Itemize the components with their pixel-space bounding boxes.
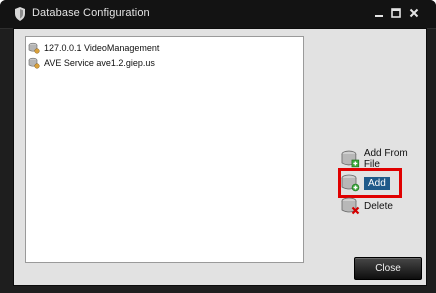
database-list[interactable]: 127.0.0.1 VideoManagement AVE Service av… bbox=[25, 36, 304, 263]
list-item[interactable]: 127.0.0.1 VideoManagement bbox=[28, 40, 298, 55]
window-title: Database Configuration bbox=[32, 7, 150, 19]
maximize-icon[interactable] bbox=[388, 5, 404, 21]
database-icon bbox=[28, 57, 40, 69]
delete-label: Delete bbox=[364, 200, 393, 212]
app-shield-icon bbox=[15, 7, 25, 21]
database-configuration-window: Database Configuration 127.0.0.1 VideoMa… bbox=[0, 0, 436, 293]
close-window-icon[interactable] bbox=[406, 5, 422, 21]
add-from-file-label: Add From File bbox=[363, 148, 408, 170]
close-button[interactable]: Close bbox=[354, 257, 422, 280]
database-add-file-icon bbox=[341, 150, 360, 168]
delete-button[interactable]: Delete bbox=[340, 196, 393, 216]
database-name: 127.0.0.1 VideoManagement bbox=[44, 42, 160, 53]
list-item[interactable]: AVE Service ave1.2.giep.us bbox=[28, 55, 298, 70]
minimize-icon[interactable] bbox=[371, 5, 387, 21]
dialog-content: 127.0.0.1 VideoManagement AVE Service av… bbox=[13, 28, 427, 286]
title-bar[interactable]: Database Configuration bbox=[0, 0, 436, 29]
database-icon bbox=[28, 42, 40, 54]
add-from-file-button[interactable]: Add From File bbox=[340, 148, 426, 170]
database-delete-icon bbox=[341, 197, 360, 215]
add-button[interactable]: Add bbox=[340, 172, 396, 194]
database-add-icon bbox=[341, 174, 360, 192]
add-label: Add bbox=[364, 176, 390, 190]
database-name: AVE Service ave1.2.giep.us bbox=[44, 57, 155, 68]
